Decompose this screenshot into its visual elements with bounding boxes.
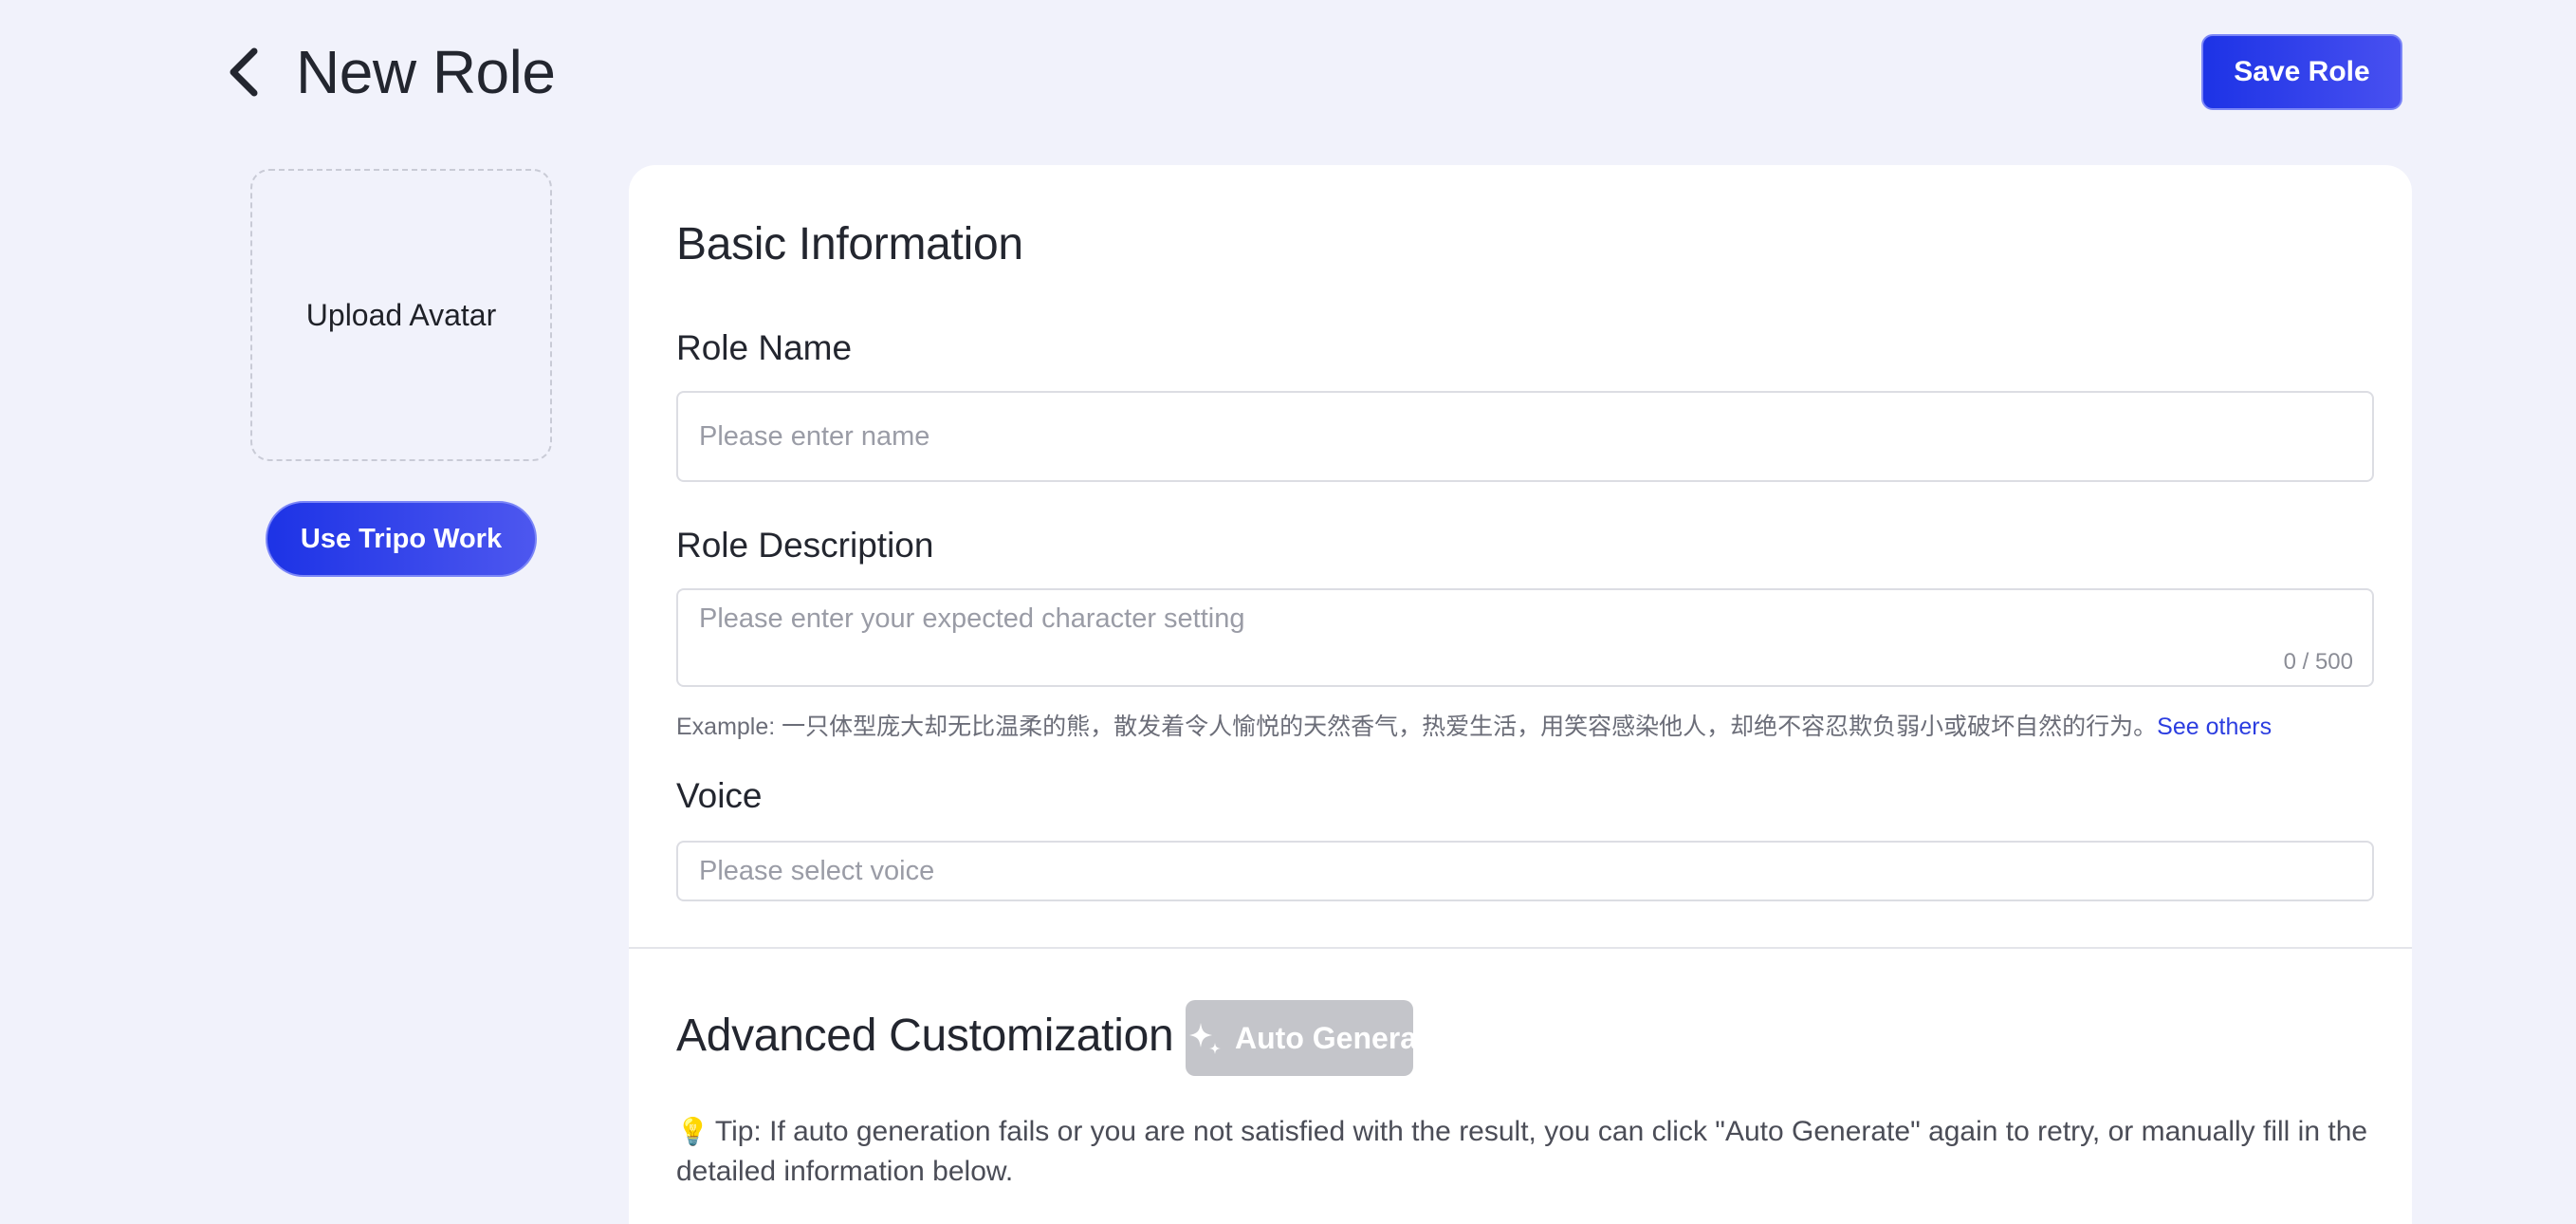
role-description-textarea[interactable]: Please enter your expected character set…	[676, 588, 2374, 687]
auto-generate-label: Auto Generate	[1235, 1021, 1413, 1055]
voice-select[interactable]: Please select voice	[676, 841, 2374, 901]
chevron-left-icon	[230, 47, 258, 97]
save-role-button[interactable]: Save Role	[2201, 34, 2402, 110]
section-divider	[629, 947, 2412, 949]
tip-text: Tip: If auto generation fails or you are…	[676, 1116, 2368, 1187]
lightbulb-icon: 💡	[676, 1116, 709, 1147]
role-name-input[interactable]: Please enter name	[676, 391, 2374, 482]
back-button[interactable]	[218, 44, 275, 101]
role-name-label: Role Name	[676, 328, 853, 367]
example-text: Example: 一只体型庞大却无比温柔的熊，散发着令人愉悦的天然香气，热爱生活…	[676, 714, 2158, 740]
use-tripo-work-button[interactable]: Use Tripo Work	[266, 501, 537, 577]
advanced-customization-heading: Advanced Customization	[676, 1011, 1174, 1061]
voice-label: Voice	[676, 776, 763, 815]
description-example: Example: 一只体型庞大却无比温柔的熊，散发着令人愉悦的天然香气，热爱生活…	[676, 708, 2272, 742]
sparkle-icon	[1189, 1023, 1221, 1054]
basic-information-heading: Basic Information	[676, 219, 1023, 269]
character-counter: 0 / 500	[2283, 649, 2353, 675]
voice-placeholder: Please select voice	[699, 856, 935, 886]
role-form-card: Basic Information Role Name Please enter…	[629, 165, 2412, 1224]
upload-avatar-dropzone[interactable]: Upload Avatar	[250, 169, 552, 461]
page-title: New Role	[296, 38, 556, 106]
role-description-placeholder: Please enter your expected character set…	[699, 603, 1245, 634]
role-name-placeholder: Please enter name	[699, 421, 930, 452]
role-description-label: Role Description	[676, 526, 934, 565]
upload-avatar-label: Upload Avatar	[305, 297, 497, 332]
auto-generate-button[interactable]: Auto Generate	[1186, 1000, 1413, 1076]
see-others-link[interactable]: See others	[2157, 714, 2272, 740]
auto-generate-tip: 💡 Tip: If auto generation fails or you ar…	[676, 1112, 2374, 1192]
